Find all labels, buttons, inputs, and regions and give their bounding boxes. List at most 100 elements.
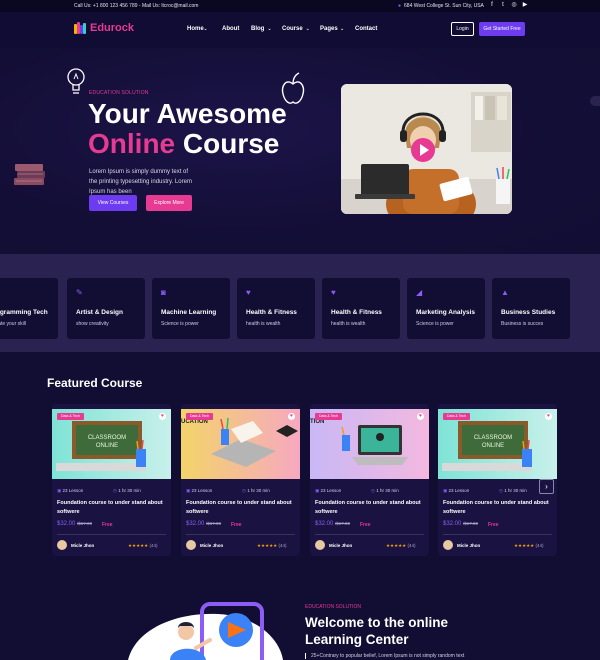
author-name[interactable]: Micle Jhon	[200, 543, 223, 548]
category-card[interactable]: ▲ Business Studies Business is succes	[492, 278, 570, 339]
free-label: Free	[488, 522, 499, 528]
nav-item-home[interactable]: Home	[187, 26, 204, 32]
lesson-count: ▣ 23 Lesson	[186, 488, 212, 494]
wishlist-heart-icon[interactable]: ♥	[417, 413, 424, 420]
welcome-eyebrow: EDUCATION SOLUTION	[305, 604, 362, 610]
instagram-icon[interactable]: ◎	[511, 2, 517, 9]
get-started-button[interactable]: Get Started Free	[479, 22, 525, 36]
category-subtitle: health is wealth	[246, 321, 281, 327]
welcome-title: Welcome to the online Learning Center	[305, 615, 449, 647]
avatar[interactable]	[315, 540, 325, 550]
avatar[interactable]	[57, 540, 67, 550]
duration: ◷ 1 hr 30 min	[113, 488, 141, 494]
explore-more-button[interactable]: Explore More	[146, 195, 192, 211]
main-header: Edurock Home ⌄ About Blog ⌄ Course ⌄ Pages ⌄ Cont…	[0, 12, 600, 48]
category-badge[interactable]: Data & Tech	[443, 413, 471, 420]
lightbulb-icon	[67, 68, 85, 94]
chevron-down-icon: ⌄	[340, 26, 345, 32]
featured-title: Featured Course	[47, 376, 143, 390]
wishlist-heart-icon[interactable]: ♥	[159, 413, 166, 420]
category-title: Health & Fitness	[331, 309, 382, 316]
course-title[interactable]: Foundation course to under stand about s…	[57, 499, 167, 517]
logo[interactable]: Edurock	[74, 22, 134, 34]
card-divider	[186, 534, 295, 535]
lesson-count-text: 23 Lesson	[448, 488, 470, 493]
old-price: /$67.00	[463, 521, 479, 526]
rating: ★★★★★ (44)	[386, 543, 415, 549]
robot-icon: ◙	[161, 288, 166, 297]
address: ● 684 West College St. Sun City, USA	[398, 3, 484, 9]
category-card[interactable]: Programming Tech Update your skill	[0, 278, 58, 339]
lesson-count: ▣ 23 Lesson	[443, 488, 469, 494]
star-icon: ★★★★★	[257, 543, 278, 548]
wishlist-heart-icon[interactable]: ♥	[545, 413, 552, 420]
old-price: /$67.00	[77, 521, 93, 526]
side-settings-button[interactable]	[590, 96, 600, 106]
category-badge[interactable]: Data & Tech	[186, 413, 214, 420]
nav-item-course[interactable]: Course	[282, 26, 303, 32]
category-strip: Programming Tech Update your skill ✎ Artist…	[0, 254, 600, 352]
lesson-count-text: 23 Lesson	[191, 488, 213, 493]
category-card[interactable]: ✎ Artist & Design show creativity	[67, 278, 145, 339]
nav-item-about[interactable]: About	[222, 26, 239, 32]
card-divider	[443, 534, 552, 535]
nav-item-contact[interactable]: Contact	[355, 26, 377, 32]
hero-title-rest: Course	[175, 128, 280, 159]
duration-text: 1 hr 30 min	[376, 488, 399, 493]
chart-icon: ▲	[501, 288, 509, 297]
welcome-description: 25+Contrary to popular belief, Lorem Ips…	[305, 653, 464, 659]
location-pin-icon: ●	[398, 3, 402, 9]
duration: ◷ 1 hr 30 min	[242, 488, 270, 494]
heart-pulse-icon: ♥	[331, 288, 336, 297]
rating: ★★★★★ (44)	[128, 543, 157, 549]
old-price: /$67.00	[206, 521, 222, 526]
wishlist-heart-icon[interactable]: ♥	[288, 413, 295, 420]
avatar[interactable]	[443, 540, 453, 550]
category-title: Business Studies	[501, 309, 556, 316]
rating-count: (44)	[535, 543, 544, 548]
hero-eyebrow: EDUCATION SOLUTION	[89, 90, 149, 96]
category-badge[interactable]: Data & Tech	[315, 413, 343, 420]
course-card[interactable]: TION Data & Tech ♥ ▣ 23 Lesson ◷ 1 hr 30 min…	[310, 404, 429, 556]
category-subtitle: health is wealth	[331, 321, 366, 327]
star-icon: ★★★★★	[514, 543, 535, 548]
category-card[interactable]: ♥ Health & Fitness health is wealth	[237, 278, 315, 339]
category-subtitle: Science is power	[416, 321, 454, 327]
duration: ◷ 1 hr 30 min	[499, 488, 527, 494]
rating: ★★★★★ (44)	[514, 543, 543, 549]
category-card[interactable]: ♥ Health & Fitness health is wealth	[322, 278, 400, 339]
author-name[interactable]: Micle Jhon	[329, 543, 352, 548]
address-text: 684 West College St. Sun City, USA	[404, 3, 484, 9]
free-label: Free	[102, 522, 113, 528]
login-button[interactable]: Login	[451, 22, 474, 36]
rating-count: (44)	[407, 543, 416, 548]
current-price: $32.00	[443, 521, 462, 527]
svg-text:CLASSROOM: CLASSROOM	[88, 435, 126, 441]
hero-title-line2: Online Course	[88, 128, 279, 160]
course-title[interactable]: Foundation course to under stand about s…	[315, 499, 425, 517]
duration-text: 1 hr 30 min	[504, 488, 527, 493]
category-subtitle: Science is power	[161, 321, 199, 327]
category-card[interactable]: ◢ Marketing Analysis Science is power	[407, 278, 485, 339]
course-card[interactable]: UCATION Data & Tech ♥ ▣ 23 Lesson ◷ 1 hr 30 …	[181, 404, 300, 556]
category-card[interactable]: ◙ Machine Learning Science is power	[152, 278, 230, 339]
course-card[interactable]: CLASSROOM ONLINE Data & Tech ♥ ▣ 23 Lesson ◷ …	[52, 404, 171, 556]
course-price: $32.00 /$67.00	[315, 521, 350, 527]
category-subtitle: Update your skill	[0, 321, 26, 327]
facebook-icon[interactable]: f	[489, 2, 495, 9]
course-title[interactable]: Foundation course to under stand about s…	[443, 499, 553, 517]
category-badge[interactable]: Data & Tech	[57, 413, 85, 420]
avatar[interactable]	[186, 540, 196, 550]
nav-item-pages[interactable]: Pages	[320, 26, 338, 32]
author-name[interactable]: Micle Jhon	[71, 543, 94, 548]
carousel-next-button[interactable]: ›	[539, 479, 554, 494]
author-name[interactable]: Micle Jhon	[457, 543, 480, 548]
twitter-icon[interactable]: t	[500, 2, 506, 9]
youtube-icon[interactable]: ▶	[522, 2, 528, 9]
megaphone-icon: ◢	[416, 288, 423, 297]
view-courses-button[interactable]: View Courses	[89, 195, 137, 211]
course-title[interactable]: Foundation course to under stand about s…	[186, 499, 296, 517]
current-price: $32.00	[57, 521, 76, 527]
star-icon: ★★★★★	[128, 543, 149, 548]
nav-item-blog[interactable]: Blog	[251, 26, 264, 32]
